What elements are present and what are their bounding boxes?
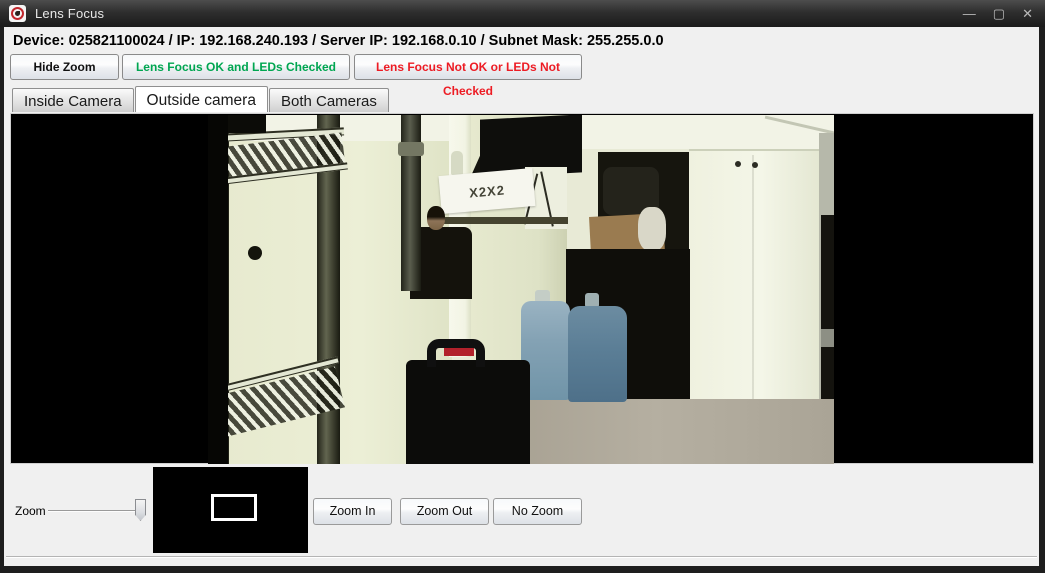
scene-rack-pole-collar	[398, 142, 424, 156]
scene-chair-band	[821, 329, 834, 347]
zoom-in-button[interactable]: Zoom In	[313, 498, 392, 525]
scene-box-label: X2X2	[469, 182, 506, 200]
app-icon	[9, 5, 26, 22]
maximize-icon[interactable]: ▢	[993, 7, 1005, 20]
window-controls: — ▢ ✕	[963, 0, 1033, 27]
scene-cabinet-knob	[735, 161, 741, 167]
camera-video-frame: X2X2	[208, 115, 834, 464]
camera-tab-bar: Inside Camera Outside camera Both Camera…	[12, 86, 390, 112]
scene-black-case	[406, 360, 530, 464]
scene-bottle	[451, 151, 463, 175]
zoom-slider-track[interactable]	[48, 510, 144, 512]
tab-both-cameras[interactable]: Both Cameras	[269, 88, 389, 112]
zoom-slider-thumb[interactable]	[135, 499, 146, 521]
scene-cabinet-knob	[752, 162, 758, 168]
zoom-minimap[interactable]	[153, 467, 308, 553]
zoom-minimap-viewport[interactable]	[211, 494, 257, 521]
scene-person-head	[427, 206, 445, 230]
zoom-slider-label: Zoom	[15, 504, 46, 518]
title-bar: Lens Focus — ▢ ✕	[0, 0, 1045, 27]
hide-zoom-button[interactable]: Hide Zoom	[10, 54, 119, 80]
window-title: Lens Focus	[35, 6, 104, 21]
lens-focus-ok-button[interactable]: Lens Focus OK and LEDs Checked	[122, 54, 350, 80]
camera-view-panel: X2X2	[10, 113, 1034, 464]
scene-left-shadow	[208, 115, 228, 464]
app-window: Lens Focus — ▢ ✕ Device: 025821100024 / …	[0, 0, 1045, 573]
scene-shelf-edge	[438, 217, 568, 224]
tab-inside-camera[interactable]: Inside Camera	[12, 88, 134, 112]
tab-outside-camera[interactable]: Outside camera	[135, 86, 268, 112]
lens-focus-not-ok-button[interactable]: Lens Focus Not OK or LEDs Not Checked	[354, 54, 582, 80]
scene-white-bag	[638, 207, 666, 251]
scene-water-jug	[568, 306, 627, 402]
scene-cabinet-hole	[248, 246, 262, 260]
device-info-text: Device: 025821100024 / IP: 192.168.240.1…	[13, 33, 664, 49]
zoom-slider[interactable]	[48, 498, 144, 522]
minimize-icon[interactable]: —	[963, 7, 976, 20]
scene-case-handle	[427, 339, 485, 367]
close-icon[interactable]: ✕	[1022, 7, 1033, 20]
no-zoom-button[interactable]: No Zoom	[493, 498, 582, 525]
zoom-out-button[interactable]: Zoom Out	[400, 498, 489, 525]
bottom-divider	[6, 556, 1037, 558]
window-content: Device: 025821100024 / IP: 192.168.240.1…	[4, 27, 1039, 566]
